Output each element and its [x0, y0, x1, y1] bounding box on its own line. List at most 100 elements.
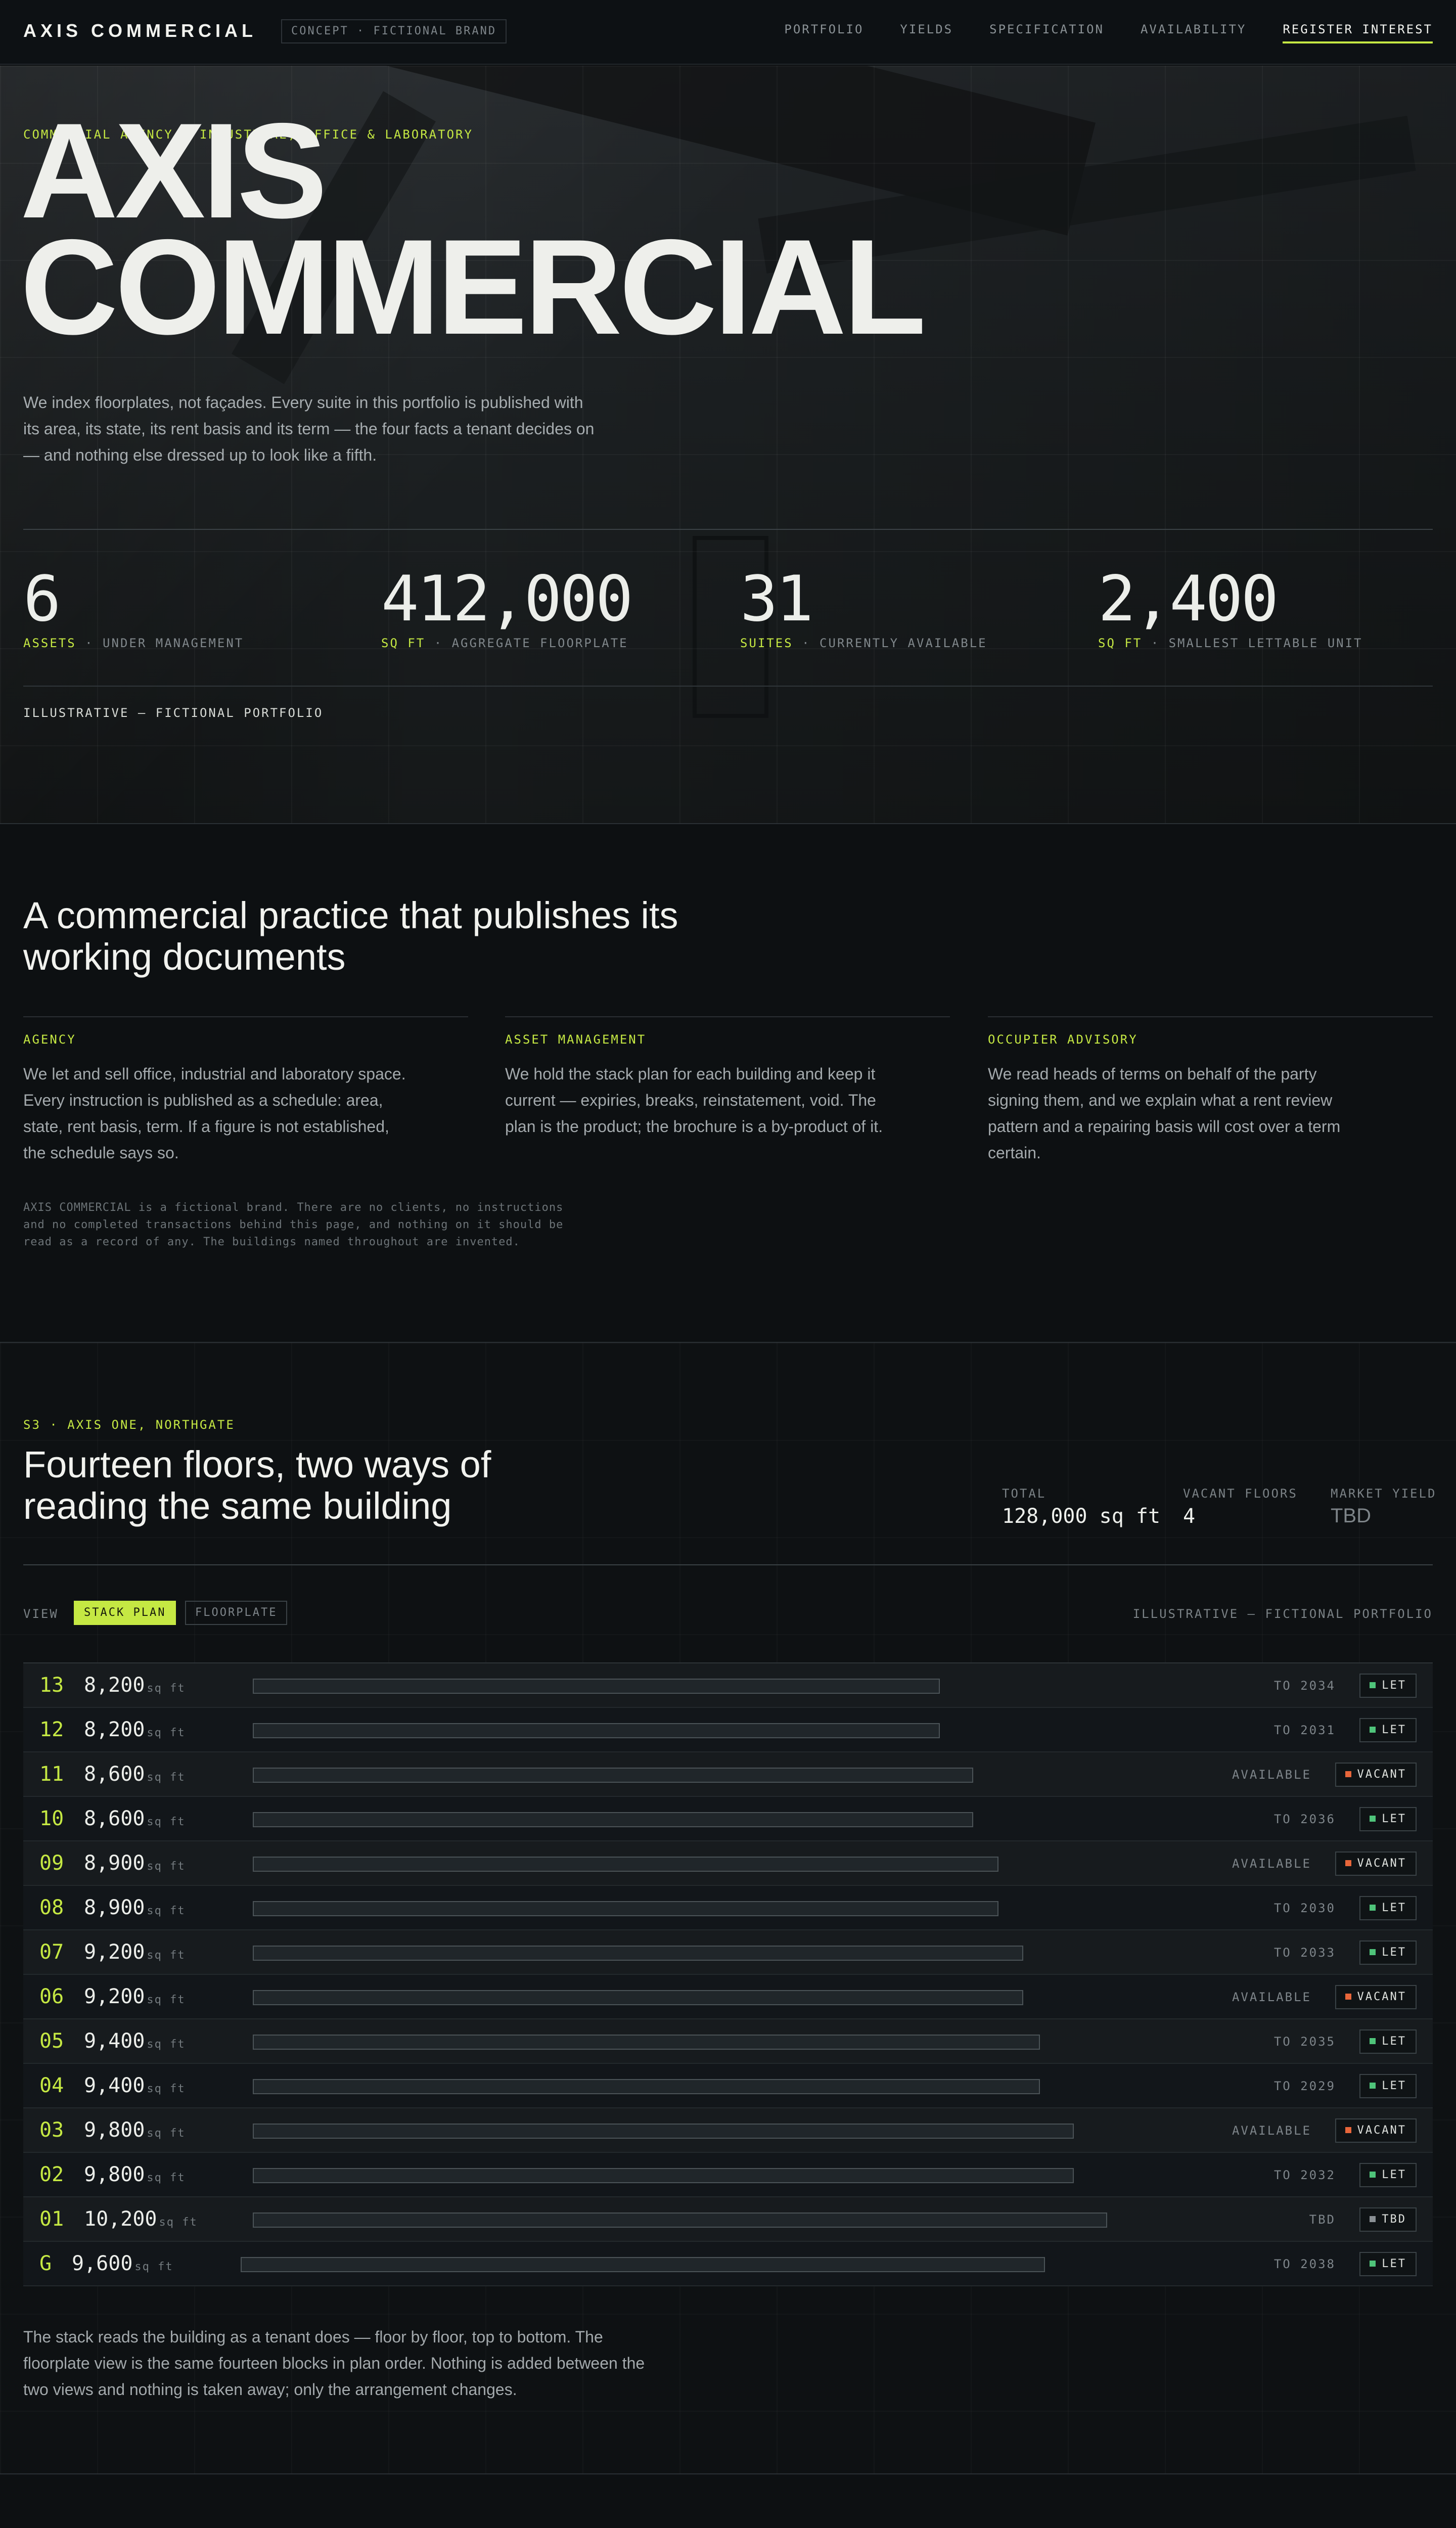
floor-row[interactable]: 12 8,200 sq ft TO 2031 LET [23, 1708, 1433, 1752]
floor-area-bar [253, 1812, 973, 1827]
floor-row[interactable]: 13 8,200 sq ft TO 2034 LET [23, 1663, 1433, 1708]
status-dot-icon [1345, 2127, 1351, 2133]
hero-intro: We index floorplates, not façades. Every… [23, 393, 595, 464]
status-badge: LET [1359, 1674, 1417, 1698]
status-badge: VACANT [1335, 1985, 1417, 2009]
status-badge: VACANT [1335, 1852, 1417, 1876]
floor-term: TO 2034 [1273, 1679, 1336, 1693]
status-badge: LET [1359, 1940, 1417, 1965]
floor-row[interactable]: 09 8,900 sq ft AVAILABLE VACANT [23, 1841, 1433, 1886]
status-badge: LET [1359, 1896, 1417, 1920]
floor-area-bar [253, 1901, 998, 1916]
floor-area-unit: sq ft [147, 1727, 186, 1739]
stat-floorplate: 412,000 SQ FT · AGGREGATE FLOORPLATE [381, 566, 633, 650]
floor-number: 07 [39, 1940, 64, 1964]
status-label: LET [1382, 1813, 1406, 1825]
floor-area-bar [253, 1723, 940, 1738]
floor-row[interactable]: 10 8,600 sq ft TO 2036 LET [23, 1797, 1433, 1841]
status-dot-icon [1345, 1860, 1351, 1866]
view-label: VIEW [23, 1607, 59, 1621]
floor-term: TO 2036 [1273, 1812, 1336, 1826]
floor-area: 9,400 sq ft [84, 2074, 186, 2097]
status-dot-icon [1370, 1949, 1376, 1955]
floor-area: 8,600 sq ft [84, 1763, 186, 1786]
floor-area-unit: sq ft [147, 1771, 186, 1784]
status-badge: LET [1359, 1807, 1417, 1831]
floor-area: 8,200 sq ft [84, 1674, 186, 1697]
floor-area-unit: sq ft [147, 1682, 186, 1695]
stat-label: · UNDER MANAGEMENT [85, 636, 244, 650]
stat-label: · CURRENTLY AVAILABLE [802, 636, 987, 650]
nav-links: PORTFOLIO YIELDS SPECIFICATION AVAILABIL… [784, 22, 1433, 43]
floor-number: 08 [39, 1896, 64, 1919]
floor-number: 04 [39, 2074, 64, 2097]
illustrative-note: ILLUSTRATIVE — FICTIONAL PORTFOLIO [1132, 1607, 1433, 1621]
floor-area: 10,200 sq ft [84, 2207, 198, 2231]
nav-link-availability[interactable]: AVAILABILITY [1141, 22, 1246, 43]
status-dot-icon [1370, 2216, 1376, 2222]
floor-row[interactable]: 03 9,800 sq ft AVAILABLE VACANT [23, 2108, 1433, 2153]
stack-plan-toggle[interactable]: STACK PLAN [74, 1601, 176, 1625]
column-text: We hold the stack plan for each building… [505, 1065, 883, 1136]
nav-link-yields[interactable]: YIELDS [900, 22, 953, 43]
stat-suites: 31 SUITES · CURRENTLY AVAILABLE [740, 566, 987, 650]
status-dot-icon [1370, 2083, 1376, 2089]
practice-heading: A commercial practice that publishes its… [23, 894, 678, 978]
floor-number: 09 [39, 1852, 64, 1875]
floor-area: 8,200 sq ft [84, 1718, 186, 1741]
floor-row[interactable]: 07 9,200 sq ft TO 2033 LET [23, 1930, 1433, 1975]
status-dot-icon [1370, 1816, 1376, 1822]
floor-row[interactable]: 01 10,200 sq ft TBD TBD [23, 2197, 1433, 2242]
floor-area-unit: sq ft [147, 2172, 186, 2184]
status-badge: TBD [1359, 2207, 1417, 2232]
floor-area-bar [253, 1946, 1023, 1961]
floor-area-value: 9,800 [84, 2163, 145, 2186]
floor-term: TO 2030 [1273, 1901, 1336, 1915]
column-title: OCCUPIER ADVISORY [988, 1032, 1138, 1047]
status-label: LET [1382, 2258, 1406, 2270]
nav-link-portfolio[interactable]: PORTFOLIO [784, 22, 863, 43]
meta-value: TBD [1331, 1505, 1371, 1527]
floorplate-toggle[interactable]: FLOORPLATE [185, 1601, 288, 1625]
floor-number: 10 [39, 1807, 64, 1830]
brand-logo[interactable]: AXIS COMMERCIAL [23, 20, 257, 41]
floor-area-bar [253, 2079, 1040, 2094]
status-dot-icon [1370, 2172, 1376, 2178]
status-dot-icon [1345, 1771, 1351, 1777]
floor-area-value: 9,200 [84, 1940, 145, 1964]
stat-value: 31 [740, 563, 813, 636]
floor-row[interactable]: 11 8,600 sq ft AVAILABLE VACANT [23, 1752, 1433, 1797]
practice-column-occupier-advisory: OCCUPIER ADVISORY We read heads of terms… [988, 1016, 1433, 1166]
meta-key: TOTAL [1002, 1486, 1046, 1501]
floor-row[interactable]: 02 9,800 sq ft TO 2032 LET [23, 2153, 1433, 2197]
status-badge: LET [1359, 2163, 1417, 2187]
floor-area: 9,800 sq ft [84, 2163, 186, 2186]
floor-row[interactable]: 04 9,400 sq ft TO 2029 LET [23, 2064, 1433, 2108]
status-label: VACANT [1357, 1991, 1406, 2003]
status-label: VACANT [1357, 2124, 1406, 2137]
floor-term: TO 2032 [1273, 2168, 1336, 2182]
floor-row[interactable]: 06 9,200 sq ft AVAILABLE VACANT [23, 1975, 1433, 2019]
fictional-brand-disclaimer: AXIS COMMERCIAL is a fictional brand. Th… [23, 1201, 564, 1248]
floor-area-value: 9,800 [84, 2118, 145, 2142]
status-badge: LET [1359, 2029, 1417, 2054]
register-interest-link[interactable]: REGISTER INTEREST [1283, 22, 1433, 43]
floor-area-value: 8,600 [84, 1763, 145, 1786]
floor-number: 03 [39, 2118, 64, 2142]
floor-area-bar [253, 1857, 998, 1872]
meta-total: TOTAL 128,000 sq ft [1002, 1486, 1160, 1528]
floor-area-unit: sq ft [159, 2216, 198, 2229]
meta-value: 4 [1183, 1505, 1196, 1528]
practice-column-agency: AGENCY We let and sell office, industria… [23, 1016, 468, 1166]
floor-area-bar [241, 2257, 1045, 2272]
status-label: LET [1382, 1679, 1406, 1692]
floor-row[interactable]: 08 8,900 sq ft TO 2030 LET [23, 1886, 1433, 1930]
divider [23, 686, 1433, 687]
status-dot-icon [1370, 2038, 1376, 2044]
floor-area-value: 8,600 [84, 1807, 145, 1830]
floor-area-value: 9,400 [84, 2029, 145, 2053]
floor-row[interactable]: 05 9,400 sq ft TO 2035 LET [23, 2019, 1433, 2064]
floor-row[interactable]: G 9,600 sq ft TO 2038 LET [23, 2242, 1433, 2286]
stat-value: 2,400 [1098, 563, 1279, 636]
nav-link-specification[interactable]: SPECIFICATION [989, 22, 1104, 43]
